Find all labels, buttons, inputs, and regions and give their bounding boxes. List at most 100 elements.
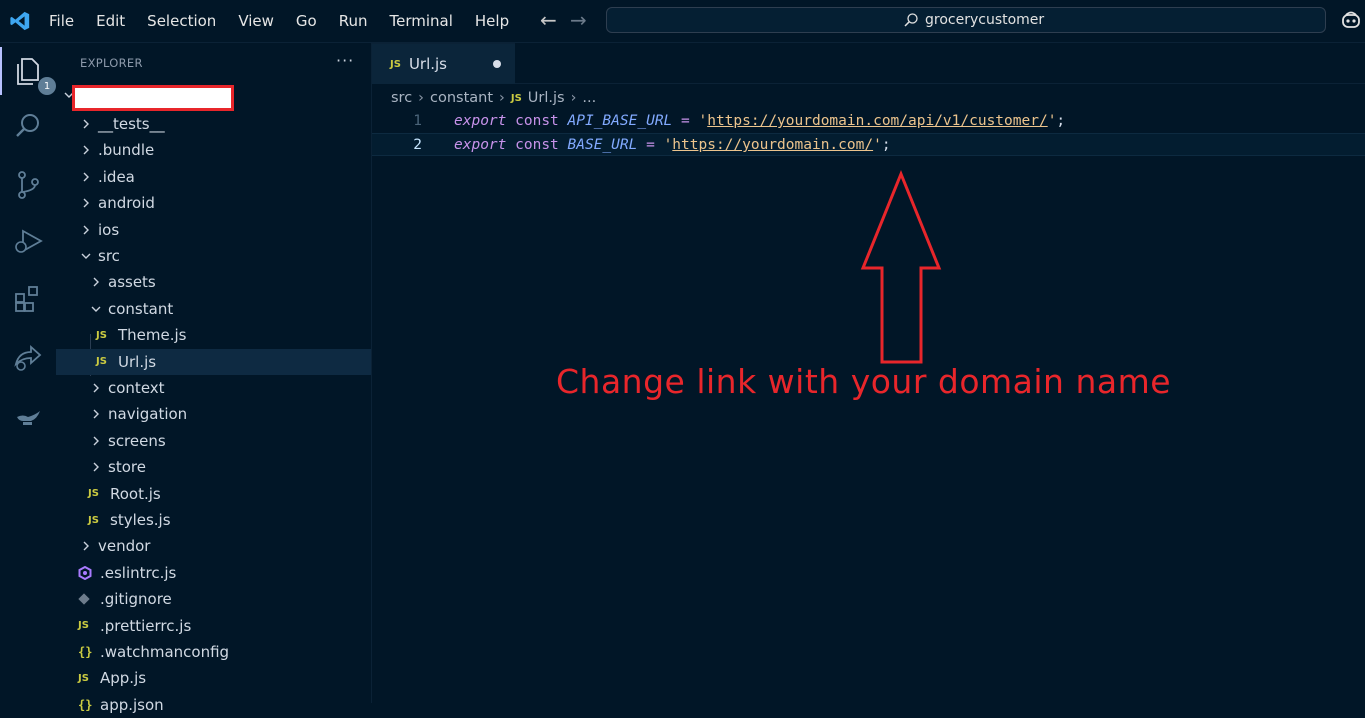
vscode-logo-icon xyxy=(9,10,31,36)
tree-item-label: .prettierrc.js xyxy=(100,616,192,635)
url-link[interactable]: https://yourdomain.com/api/v1/customer/ xyxy=(707,113,1047,129)
tree-item-label: Root.js xyxy=(110,484,161,503)
file-row-gitignore[interactable]: .gitignore xyxy=(56,586,371,612)
genie-lamp-icon[interactable] xyxy=(12,401,44,433)
annotation-up-arrow xyxy=(860,170,942,364)
folder-row-context[interactable]: context xyxy=(56,375,371,401)
breadcrumb: src › constant › JS Url.js › ... xyxy=(391,88,596,108)
breadcrumb-src[interactable]: src xyxy=(391,90,412,106)
workspace-root-row[interactable] xyxy=(56,85,371,111)
chevron-right-icon xyxy=(88,433,104,449)
folder-row-navigation[interactable]: navigation xyxy=(56,401,371,427)
file-row-root-js[interactable]: JS Root.js xyxy=(56,481,371,507)
chevron-down-icon xyxy=(78,248,94,264)
folder-row-src[interactable]: src xyxy=(56,243,371,269)
js-file-icon: JS xyxy=(390,58,401,70)
search-icon xyxy=(904,13,918,27)
forward-arrow-icon[interactable]: → xyxy=(570,9,587,31)
file-row-theme-js[interactable]: JS Theme.js xyxy=(56,322,371,348)
chevron-right-icon xyxy=(78,116,94,132)
folder-row-store[interactable]: store xyxy=(56,454,371,480)
breadcrumb-symbol[interactable]: ... xyxy=(582,90,596,106)
tree-item-label: navigation xyxy=(108,405,188,424)
keyword-export: export xyxy=(454,137,507,153)
explorer-header: EXPLORER xyxy=(80,56,143,70)
back-arrow-icon[interactable]: ← xyxy=(540,9,557,31)
code-line-1[interactable]: 1 export const API_BASE_URL = 'https://y… xyxy=(372,110,1365,133)
chevron-right-icon: › xyxy=(499,90,505,106)
tab-url-js[interactable]: JS Url.js xyxy=(372,43,515,84)
tree-item-label: screens xyxy=(108,431,166,450)
menu-item-run[interactable]: Run xyxy=(328,12,379,30)
tree-item-label: styles.js xyxy=(110,511,171,529)
tab-bar: JS Url.js xyxy=(372,43,1365,84)
file-row-url-js[interactable]: JS Url.js xyxy=(56,348,371,375)
folder-row-android[interactable]: android xyxy=(56,190,371,216)
tree-item-label: ios xyxy=(98,220,120,239)
folder-row-constant[interactable]: constant xyxy=(56,296,371,322)
tab-label: Url.js xyxy=(408,55,448,73)
variable-name: API_BASE_URL xyxy=(567,113,673,129)
copilot-icon[interactable] xyxy=(1340,9,1362,35)
chevron-right-icon xyxy=(88,459,104,475)
menu-item-help[interactable]: Help xyxy=(464,12,520,30)
eslint-file-icon xyxy=(78,565,96,580)
remote-explorer-icon[interactable] xyxy=(12,341,44,373)
chevron-right-icon xyxy=(88,274,104,290)
breadcrumb-constant[interactable]: constant xyxy=(430,90,493,106)
menu-item-terminal[interactable]: Terminal xyxy=(379,12,464,30)
menu-item-selection[interactable]: Selection xyxy=(136,12,227,30)
file-row-app-js[interactable]: JS App.js xyxy=(56,665,371,691)
source-control-icon[interactable] xyxy=(12,169,44,201)
js-file-icon: JS xyxy=(78,620,89,632)
tree-item-label: App.js xyxy=(100,669,147,688)
json-file-icon: {} xyxy=(78,645,93,659)
file-row-app-json[interactable]: {} app.json xyxy=(56,692,371,718)
js-file-icon: JS xyxy=(510,92,522,104)
extensions-icon[interactable] xyxy=(12,283,44,315)
line-number: 1 xyxy=(413,113,422,129)
file-row-styles-js[interactable]: JS styles.js xyxy=(56,507,371,533)
tree-item-label: Theme.js xyxy=(118,326,187,345)
menu-item-go[interactable]: Go xyxy=(285,12,328,30)
tree-item-label: .watchmanconfig xyxy=(100,643,230,661)
tree-item-label: app.json xyxy=(100,695,164,714)
file-row-watchmanconfig[interactable]: {} .watchmanconfig xyxy=(56,639,371,665)
folder-row-vendor[interactable]: vendor xyxy=(56,533,371,559)
run-debug-icon[interactable] xyxy=(12,225,44,257)
file-row-eslintrc-js[interactable]: .eslintrc.js xyxy=(56,560,371,586)
line-number: 2 xyxy=(413,137,422,153)
chevron-right-icon xyxy=(78,195,94,211)
search-view-icon[interactable] xyxy=(12,110,44,142)
unsaved-dot-icon[interactable] xyxy=(493,60,501,68)
command-center-search[interactable]: grocerycustomer xyxy=(606,7,1326,33)
url-link[interactable]: https://yourdomain.com/ xyxy=(672,137,873,153)
file-row-prettierrc-js[interactable]: JS .prettierrc.js xyxy=(56,613,371,639)
tree-item-label: __tests__ xyxy=(98,115,165,133)
folder-row-bundle[interactable]: .bundle xyxy=(56,137,371,163)
chevron-right-icon xyxy=(78,538,94,554)
chevron-right-icon: › xyxy=(418,90,424,106)
menu-bar: File Edit Selection View Go Run Terminal Help xyxy=(38,0,520,42)
folder-row-screens[interactable]: screens xyxy=(56,428,371,454)
breadcrumb-file[interactable]: Url.js xyxy=(528,90,565,106)
folder-row-assets[interactable]: assets xyxy=(56,269,371,295)
chevron-right-icon xyxy=(78,169,94,185)
code-line-2[interactable]: 2 export const BASE_URL = 'https://yourd… xyxy=(372,133,1365,156)
menu-item-file[interactable]: File xyxy=(38,12,85,30)
menu-item-edit[interactable]: Edit xyxy=(85,12,136,30)
keyword-export: export xyxy=(454,113,507,129)
js-file-icon: JS xyxy=(96,356,107,368)
folder-row-idea[interactable]: .idea xyxy=(56,164,371,190)
tree-item-label: android xyxy=(98,194,155,213)
json-file-icon: {} xyxy=(78,697,93,712)
menu-item-view[interactable]: View xyxy=(227,12,285,30)
tree-item-label: src xyxy=(98,247,120,265)
tree-item-label: .gitignore xyxy=(100,590,172,609)
tree-item-label: .eslintrc.js xyxy=(100,563,177,582)
folder-row-tests[interactable]: __tests__ xyxy=(56,111,371,137)
explorer-icon[interactable]: 1 xyxy=(0,47,56,95)
more-actions-button[interactable]: ··· xyxy=(336,51,354,70)
folder-row-ios[interactable]: ios xyxy=(56,217,371,243)
keyword-const: const xyxy=(515,113,559,129)
